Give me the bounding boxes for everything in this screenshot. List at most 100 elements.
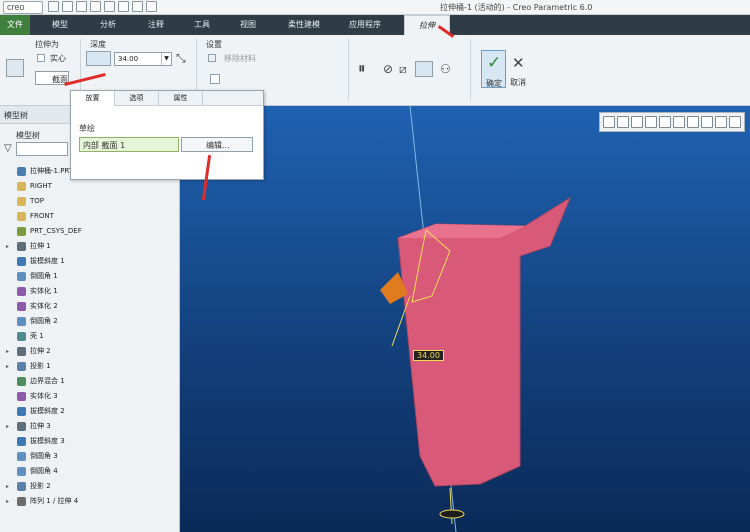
ok-label: 确定 — [486, 79, 502, 88]
tab-properties[interactable]: 属性 — [159, 91, 203, 106]
tree-item[interactable]: TOP — [0, 194, 180, 209]
tree-item[interactable]: 实体化 3 — [0, 389, 180, 404]
depth-value: 34.00 — [118, 55, 139, 63]
tab-tools[interactable]: 工具 — [184, 15, 220, 35]
new-icon[interactable] — [48, 1, 59, 12]
regenerate-icon[interactable] — [118, 1, 129, 12]
tree-item-label: 阵列 1 / 拉伸 4 — [30, 497, 79, 505]
window-icon[interactable] — [132, 1, 143, 12]
remove-material-checkbox[interactable] — [208, 54, 216, 62]
creo-logo: creo — [3, 1, 43, 14]
solid-label: 实心 — [50, 54, 66, 63]
tree-item[interactable]: 边界混合 1 — [0, 374, 180, 389]
expand-icon[interactable]: ▸ — [6, 479, 14, 494]
project-icon — [17, 362, 26, 371]
expand-icon[interactable]: ▸ — [6, 359, 14, 374]
part-icon — [17, 167, 26, 176]
close-window-icon[interactable] — [146, 1, 157, 12]
sketch-collector[interactable]: 内部 截面 1 — [79, 137, 179, 152]
save-icon[interactable] — [76, 1, 87, 12]
depth-value-input[interactable]: 34.00 ▼ — [114, 52, 172, 66]
cancel-label[interactable]: 取消 — [510, 77, 526, 88]
tree-item[interactable]: ▸ 拉伸 3 — [0, 419, 180, 434]
tree-item[interactable]: FRONT — [0, 209, 180, 224]
edit-button[interactable]: 编辑... — [181, 137, 253, 152]
expand-icon[interactable]: ▸ — [6, 344, 14, 359]
tree-item-label: 壳 1 — [30, 332, 44, 340]
pattern-icon — [17, 497, 26, 506]
pause-icon[interactable]: ⏸ — [358, 59, 366, 77]
tree-item[interactable]: 倒圆角 3 — [0, 449, 180, 464]
depth-label: 深度 — [90, 40, 106, 49]
verify-icon[interactable] — [415, 61, 433, 77]
tab-annotate[interactable]: 注释 — [138, 15, 174, 35]
tree-item-label: 边界混合 1 — [30, 377, 65, 385]
tab-extrude[interactable]: 拉伸 — [404, 15, 450, 35]
graphics-viewport[interactable]: 34.00 — [180, 106, 750, 532]
no-preview-icon[interactable]: ⊘ — [383, 62, 393, 76]
expand-icon[interactable]: ▸ — [6, 494, 14, 509]
preview-icon[interactable]: ⧄ — [399, 62, 407, 77]
tree-item[interactable]: 倒圆角 1 — [0, 269, 180, 284]
tree-item[interactable]: RIGHT — [0, 179, 180, 194]
tree-item-label: 实体化 2 — [30, 302, 58, 310]
tab-applications[interactable]: 应用程序 — [340, 15, 390, 35]
tab-model[interactable]: 模型 — [40, 15, 80, 35]
tree-item[interactable]: 实体化 2 — [0, 299, 180, 314]
draft-icon — [17, 257, 26, 266]
round-icon — [17, 272, 26, 281]
solidify-icon — [17, 302, 26, 311]
flip-direction-icon[interactable]: ⤡ — [176, 51, 186, 66]
remove-material-label: 移除材料 — [224, 54, 256, 63]
tree-item[interactable]: 倒圆角 2 — [0, 314, 180, 329]
tree-item[interactable]: ▸ 投影 2 — [0, 479, 180, 494]
plane-icon — [17, 197, 26, 206]
depth-dimension-label[interactable]: 34.00 — [413, 350, 444, 361]
tree-item[interactable]: ▸ 拉伸 2 — [0, 344, 180, 359]
ok-button[interactable]: ✓ 确定 — [481, 50, 506, 88]
tab-flexible-modeling[interactable]: 柔性建模 — [276, 15, 332, 35]
redo-icon[interactable] — [104, 1, 115, 12]
tab-view[interactable]: 视图 — [230, 15, 266, 35]
ribbon-divider — [470, 39, 471, 101]
tab-model-tree[interactable]: 模型树 — [4, 110, 28, 121]
tree-item[interactable]: 壳 1 — [0, 329, 180, 344]
settings-label: 设置 — [206, 40, 222, 49]
tree-item[interactable]: 拔模斜度 3 — [0, 434, 180, 449]
round-icon — [17, 452, 26, 461]
tree-item-label: 拉伸桶-1.PRT — [30, 167, 74, 175]
quick-access-toolbar — [48, 1, 157, 12]
filter-icon[interactable]: ▽ — [4, 143, 12, 154]
chevron-down-icon[interactable]: ▼ — [161, 53, 171, 65]
glasses-icon[interactable]: ⚇ — [440, 62, 451, 76]
tree-item[interactable]: PRT_CSYS_DEF — [0, 224, 180, 239]
expand-icon[interactable]: ▸ — [6, 419, 14, 434]
extrude-cube-icon — [6, 59, 24, 77]
tree-item[interactable]: ▸ 阵列 1 / 拉伸 4 — [0, 494, 180, 509]
tree-item[interactable]: ▸ 拉伸 1 — [0, 239, 180, 254]
tab-analysis[interactable]: 分析 — [90, 15, 126, 35]
thicken-checkbox[interactable] — [210, 74, 220, 84]
tree-item[interactable]: 拔模斜度 2 — [0, 404, 180, 419]
solid-checkbox[interactable] — [37, 54, 45, 62]
tab-options[interactable]: 选项 — [115, 91, 159, 106]
depth-type-icon[interactable] — [86, 51, 111, 66]
tree-item[interactable]: ▸ 投影 1 — [0, 359, 180, 374]
tree-item[interactable]: 实体化 1 — [0, 284, 180, 299]
tree-item-label: 拔模斜度 3 — [30, 437, 65, 445]
tree-item-label: FRONT — [30, 212, 54, 220]
csys-icon — [17, 227, 26, 236]
tree-item[interactable]: 倒圆角 4 — [0, 464, 180, 479]
tree-item[interactable]: 拔模斜度 1 — [0, 254, 180, 269]
edit-button-label: 编辑... — [206, 141, 230, 150]
undo-icon[interactable] — [90, 1, 101, 12]
tab-placement[interactable]: 放置 — [71, 91, 115, 106]
tab-file[interactable]: 文件 — [0, 15, 30, 35]
expand-icon[interactable]: ▸ — [6, 239, 14, 254]
solidify-icon — [17, 287, 26, 296]
placement-panel: 放置 选项 属性 草绘 内部 截面 1 编辑... — [70, 90, 264, 180]
open-icon[interactable] — [62, 1, 73, 12]
cancel-x-icon[interactable]: ✕ — [512, 54, 525, 72]
tree-search-input[interactable] — [16, 142, 68, 156]
placement-tabs: 放置 选项 属性 — [71, 91, 263, 106]
